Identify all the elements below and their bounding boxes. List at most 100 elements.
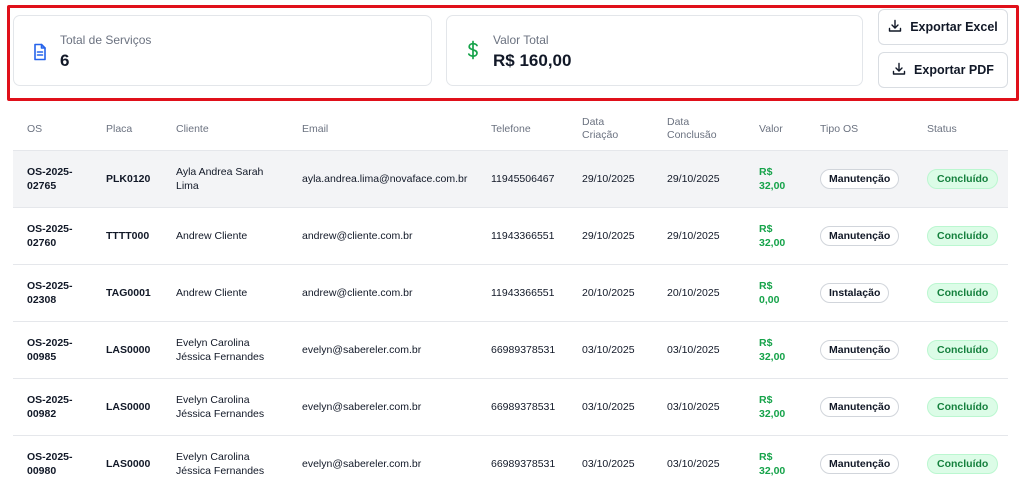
header-os[interactable]: OS <box>13 109 92 150</box>
export-excel-label: Exportar Excel <box>910 20 998 34</box>
cell-os: OS-2025- 02308 <box>13 263 92 321</box>
cell-data-conclusao: 03/10/2025 <box>653 377 745 435</box>
cell-tipo: Manutenção <box>806 206 913 264</box>
header-tipo-os[interactable]: Tipo OS <box>806 109 913 150</box>
header-placa[interactable]: Placa <box>92 109 162 150</box>
total-value-label: Valor Total <box>493 33 549 47</box>
header-email[interactable]: Email <box>288 109 477 150</box>
download-icon <box>892 62 906 79</box>
table-row[interactable]: OS-2025- 02308 TAG0001 Andrew Cliente and… <box>13 263 1008 321</box>
type-badge: Manutenção <box>820 453 900 474</box>
cell-status: Concluído <box>913 263 1008 321</box>
cell-status: Concluído <box>913 434 1008 492</box>
cell-placa: LAS0000 <box>92 320 162 378</box>
cell-email: andrew@cliente.com.br <box>288 263 477 321</box>
type-badge: Manutenção <box>820 225 900 246</box>
cell-placa: TAG0001 <box>92 263 162 321</box>
status-badge: Concluído <box>927 453 999 474</box>
cell-os: OS-2025- 00980 <box>13 434 92 492</box>
cell-data-conclusao: 20/10/2025 <box>653 263 745 321</box>
cell-email: evelyn@sabereler.com.br <box>288 434 477 492</box>
cell-valor: R$ 0,00 <box>745 263 806 321</box>
cell-data-conclusao: 03/10/2025 <box>653 320 745 378</box>
cell-data-criacao: 03/10/2025 <box>568 434 653 492</box>
status-badge: Concluído <box>927 396 999 417</box>
document-icon <box>30 42 50 62</box>
cell-cliente: Andrew Cliente <box>162 206 288 264</box>
total-services-value: 6 <box>60 51 70 70</box>
cell-valor: R$ 32,00 <box>745 320 806 378</box>
cell-tipo: Manutenção <box>806 377 913 435</box>
cell-os: OS-2025- 00985 <box>13 320 92 378</box>
total-services-label: Total de Serviços <box>60 33 152 47</box>
type-badge: Manutenção <box>820 168 900 189</box>
cell-telefone: 66989378531 <box>477 377 568 435</box>
table-row[interactable]: OS-2025- 00982 LAS0000 Evelyn Carolina Jés… <box>13 377 1008 435</box>
cell-placa: LAS0000 <box>92 377 162 435</box>
cell-status: Concluído <box>913 149 1008 207</box>
table-row[interactable]: OS-2025- 00985 LAS0000 Evelyn Carolina Jés… <box>13 320 1008 378</box>
table-row[interactable]: OS-2025- 02765 PLK0120 Ayla Andrea Sarah L… <box>13 149 1008 207</box>
cell-email: andrew@cliente.com.br <box>288 206 477 264</box>
cell-tipo: Manutenção <box>806 149 913 207</box>
type-badge: Manutenção <box>820 339 900 360</box>
cell-data-conclusao: 29/10/2025 <box>653 206 745 264</box>
status-badge: Concluído <box>927 225 999 246</box>
cell-status: Concluído <box>913 206 1008 264</box>
export-excel-button[interactable]: Exportar Excel <box>878 9 1008 45</box>
cell-cliente: Evelyn Carolina Jéssica Fernandes <box>162 320 288 378</box>
cell-email: evelyn@sabereler.com.br <box>288 320 477 378</box>
cell-data-criacao: 03/10/2025 <box>568 320 653 378</box>
cell-cliente: Andrew Cliente <box>162 263 288 321</box>
cell-os: OS-2025- 02765 <box>13 149 92 207</box>
header-data-criacao[interactable]: Data Criação <box>568 109 653 150</box>
cell-telefone: 11943366551 <box>477 263 568 321</box>
cell-os: OS-2025- 02760 <box>13 206 92 264</box>
header-telefone[interactable]: Telefone <box>477 109 568 150</box>
cell-tipo: Manutenção <box>806 320 913 378</box>
cell-data-criacao: 29/10/2025 <box>568 149 653 207</box>
status-badge: Concluído <box>927 339 999 360</box>
export-pdf-button[interactable]: Exportar PDF <box>878 52 1008 88</box>
total-value-card: Valor Total R$ 160,00 <box>446 15 863 86</box>
cell-valor: R$ 32,00 <box>745 206 806 264</box>
header-data-conclusao[interactable]: Data Conclusão <box>653 109 745 150</box>
status-badge: Concluído <box>927 282 999 303</box>
cell-telefone: 66989378531 <box>477 434 568 492</box>
cell-data-criacao: 29/10/2025 <box>568 206 653 264</box>
services-table: OS Placa Cliente Email Telefone Data Cria… <box>13 109 1008 492</box>
cell-data-conclusao: 03/10/2025 <box>653 434 745 492</box>
cell-email: ayla.andrea.lima@novaface.com.br <box>288 149 477 207</box>
dollar-icon <box>463 39 483 60</box>
cell-data-criacao: 03/10/2025 <box>568 377 653 435</box>
cell-telefone: 11945506467 <box>477 149 568 207</box>
total-value-amount: R$ 160,00 <box>493 51 572 70</box>
status-badge: Concluído <box>927 168 999 189</box>
type-badge: Instalação <box>820 282 890 303</box>
table-row[interactable]: OS-2025- 00980 LAS0000 Evelyn Carolina Jés… <box>13 434 1008 492</box>
cell-valor: R$ 32,00 <box>745 149 806 207</box>
header-status[interactable]: Status <box>913 109 1008 150</box>
cell-tipo: Instalação <box>806 263 913 321</box>
export-pdf-label: Exportar PDF <box>914 63 994 77</box>
table-header-row: OS Placa Cliente Email Telefone Data Cria… <box>13 109 1008 150</box>
cell-cliente: Ayla Andrea Sarah Lima <box>162 149 288 207</box>
cell-os: OS-2025- 00982 <box>13 377 92 435</box>
cell-status: Concluído <box>913 320 1008 378</box>
cell-placa: LAS0000 <box>92 434 162 492</box>
total-services-card: Total de Serviços 6 <box>13 15 432 86</box>
cell-cliente: Evelyn Carolina Jéssica Fernandes <box>162 434 288 492</box>
cell-email: evelyn@sabereler.com.br <box>288 377 477 435</box>
cell-valor: R$ 32,00 <box>745 434 806 492</box>
cell-data-criacao: 20/10/2025 <box>568 263 653 321</box>
header-valor[interactable]: Valor <box>745 109 806 150</box>
cell-data-conclusao: 29/10/2025 <box>653 149 745 207</box>
cell-telefone: 11943366551 <box>477 206 568 264</box>
cell-telefone: 66989378531 <box>477 320 568 378</box>
cell-valor: R$ 32,00 <box>745 377 806 435</box>
table-row[interactable]: OS-2025- 02760 TTTT000 Andrew Cliente and… <box>13 206 1008 264</box>
cell-tipo: Manutenção <box>806 434 913 492</box>
header-cliente[interactable]: Cliente <box>162 109 288 150</box>
type-badge: Manutenção <box>820 396 900 417</box>
cell-status: Concluído <box>913 377 1008 435</box>
